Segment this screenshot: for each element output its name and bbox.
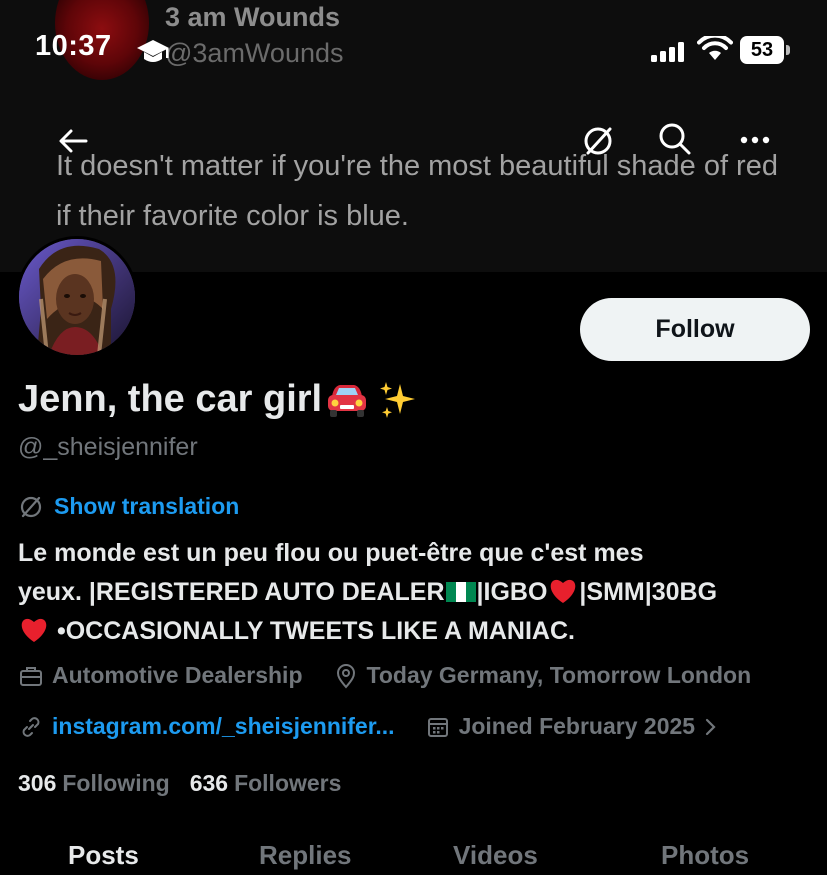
bio-line-3: •OCCASIONALLY TWEETS LIKE A MANIAC. bbox=[18, 612, 818, 651]
bio-text: |SMM|30BG bbox=[579, 578, 718, 606]
search-icon[interactable] bbox=[657, 121, 693, 157]
website-item[interactable]: instagram.com/_sheisjennifer... bbox=[18, 713, 395, 740]
more-icon[interactable] bbox=[740, 130, 770, 150]
following-stat[interactable]: 306 Following bbox=[18, 770, 170, 797]
bio-text: yeux. |REGISTERED AUTO DEALER bbox=[18, 578, 445, 606]
show-translation-link[interactable]: Show translation bbox=[54, 493, 239, 520]
location-text: Today Germany, Tomorrow London bbox=[366, 662, 752, 688]
battery-level: 53 bbox=[740, 36, 784, 64]
translate-icon[interactable] bbox=[580, 123, 616, 159]
red-heart-emoji-icon bbox=[21, 618, 47, 642]
back-arrow-icon[interactable] bbox=[56, 123, 92, 159]
bio-text: Le monde est un peu flou ou puet-être qu… bbox=[18, 539, 644, 567]
tab-posts[interactable]: Posts bbox=[68, 840, 139, 871]
banner-tweet-handle: @3amWounds bbox=[165, 38, 344, 68]
nigeria-flag-emoji-icon bbox=[445, 582, 476, 602]
profile-bio: Le monde est un peu flou ou puet-être qu… bbox=[18, 534, 818, 651]
red-heart-emoji-icon bbox=[551, 579, 576, 603]
location-pin-icon bbox=[336, 663, 355, 689]
banner-tweet-name: 3 am Wounds bbox=[165, 2, 341, 32]
battery-icon: 53 bbox=[740, 36, 790, 64]
category-item: Automotive Dealership bbox=[18, 662, 303, 689]
profile-avatar[interactable] bbox=[16, 236, 138, 358]
sparkles-emoji-icon bbox=[380, 381, 416, 418]
briefcase-icon bbox=[20, 666, 42, 686]
avatar-photo bbox=[19, 239, 135, 355]
profile-meta-row-2: instagram.com/_sheisjennifer... Joined F… bbox=[18, 713, 719, 740]
tab-replies[interactable]: Replies bbox=[259, 840, 352, 871]
category-text: Automotive Dealership bbox=[52, 662, 303, 688]
following-count: 306 bbox=[18, 770, 57, 796]
bio-line-1: Le monde est un peu flou ou puet-être qu… bbox=[18, 534, 818, 573]
location-item: Today Germany, Tomorrow London bbox=[333, 662, 752, 689]
joined-item[interactable]: Joined February 2025 bbox=[425, 713, 720, 740]
display-name-row: Jenn, the car girl bbox=[18, 378, 418, 421]
website-link[interactable]: instagram.com/_sheisjennifer... bbox=[52, 713, 395, 740]
display-name: Jenn, the car girl bbox=[18, 378, 323, 420]
graduation-cap-icon bbox=[137, 40, 169, 62]
chevron-right-icon bbox=[705, 718, 716, 735]
bio-text: |IGBO bbox=[476, 578, 548, 606]
link-icon bbox=[22, 716, 40, 737]
show-translation-row[interactable]: Show translation bbox=[18, 493, 239, 520]
follow-button[interactable]: Follow bbox=[580, 298, 810, 361]
calendar-icon bbox=[427, 717, 448, 737]
joined-text: Joined February 2025 bbox=[458, 713, 696, 739]
translate-icon bbox=[20, 496, 42, 517]
status-time: 10:37 bbox=[35, 30, 112, 62]
profile-handle: @_sheisjennifer bbox=[18, 433, 198, 461]
bio-line-2: yeux. |REGISTERED AUTO DEALER |IGBO |SMM|3… bbox=[18, 573, 818, 612]
followers-stat[interactable]: 636 Followers bbox=[190, 770, 342, 797]
profile-tabs: Posts Replies Videos Photos bbox=[0, 840, 827, 875]
following-label: Following bbox=[62, 770, 170, 796]
tab-photos[interactable]: Photos bbox=[661, 840, 749, 871]
followers-count: 636 bbox=[189, 770, 229, 796]
bio-text: •OCCASIONALLY TWEETS LIKE A MANIAC. bbox=[56, 617, 575, 645]
battery-tip bbox=[786, 45, 790, 55]
wifi-icon bbox=[697, 36, 733, 60]
cellular-signal-icon bbox=[651, 42, 684, 62]
follow-stats: 306 Following 636 Followers bbox=[18, 770, 341, 797]
tab-videos[interactable]: Videos bbox=[453, 840, 538, 871]
followers-label: Followers bbox=[234, 770, 342, 796]
car-emoji-icon bbox=[328, 384, 367, 417]
profile-meta-row-1: Automotive Dealership Today Germany, Tom… bbox=[18, 662, 751, 689]
